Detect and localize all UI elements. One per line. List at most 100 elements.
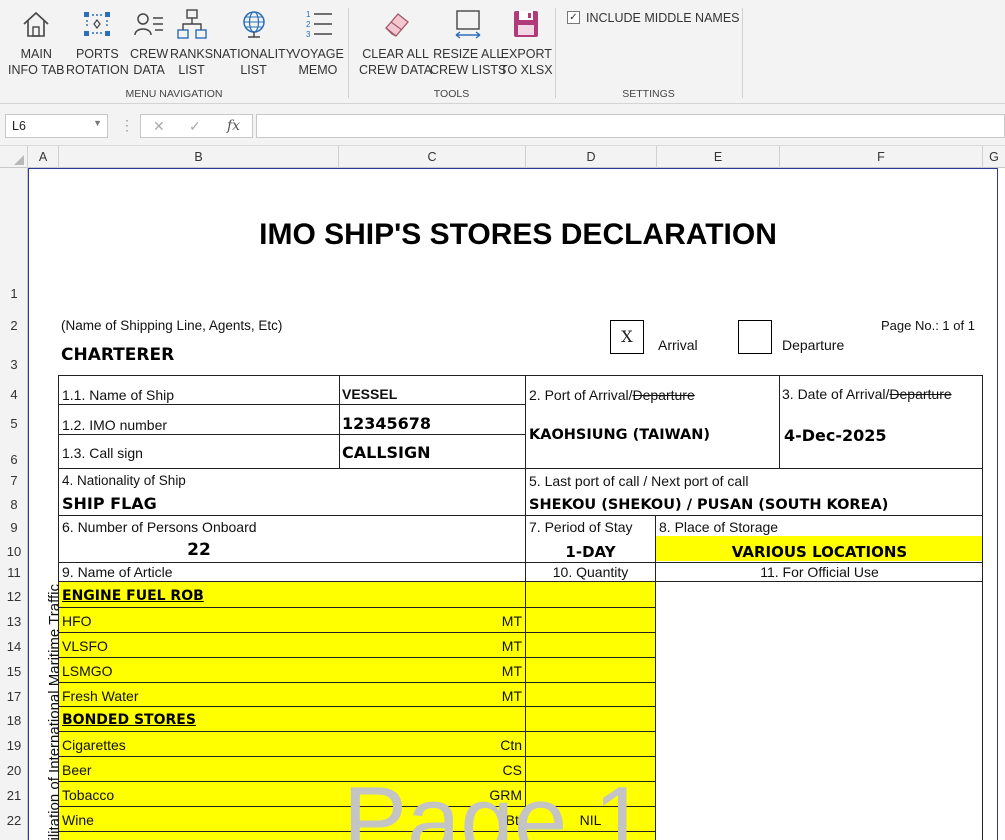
row-header[interactable]: 7 bbox=[0, 473, 28, 488]
column-header[interactable]: F bbox=[780, 146, 983, 168]
save-floppy-icon bbox=[514, 11, 539, 37]
stay-label: 7. Period of Stay bbox=[529, 519, 633, 535]
grid-line bbox=[58, 657, 655, 658]
row-header[interactable]: 19 bbox=[0, 738, 28, 753]
article-name: Fresh Water bbox=[62, 688, 139, 704]
row-header[interactable]: 10 bbox=[0, 544, 28, 559]
row-header[interactable]: 22 bbox=[0, 813, 28, 828]
grid-line bbox=[58, 375, 983, 376]
include-middle-names-label[interactable]: INCLUDE MIDDLE NAMES bbox=[586, 11, 740, 25]
row-header[interactable]: 11 bbox=[0, 565, 28, 580]
more-options-icon[interactable]: ⋮ bbox=[120, 117, 134, 134]
row-header[interactable]: 14 bbox=[0, 639, 28, 654]
column-header[interactable]: G bbox=[983, 146, 1005, 168]
page-number: Page No.: 1 of 1 bbox=[881, 318, 975, 333]
storage-label: 8. Place of Storage bbox=[659, 519, 779, 535]
row-header[interactable]: 3 bbox=[0, 357, 28, 372]
check-icon[interactable]: ✓ bbox=[189, 118, 201, 135]
crew-data-button[interactable]: CREW DATA bbox=[130, 8, 168, 78]
article-name-header: BONDED STORES bbox=[62, 712, 196, 728]
article-name: HFO bbox=[62, 613, 92, 629]
nationality-list-label-1: NATIONALITY bbox=[213, 47, 295, 61]
row-header[interactable]: 8 bbox=[0, 497, 28, 512]
column-header[interactable]: E bbox=[657, 146, 780, 168]
svg-text:2: 2 bbox=[306, 20, 311, 29]
ranks-list-label-1: RANKS bbox=[170, 47, 214, 61]
row-header[interactable]: 12 bbox=[0, 589, 28, 604]
voyage-memo-button[interactable]: 123 VOYAGE MEMO bbox=[292, 8, 344, 78]
clear-all-crew-data-button[interactable]: CLEAR ALL CREW DATA bbox=[359, 8, 432, 78]
grid-line bbox=[58, 468, 983, 469]
ranks-list-button[interactable]: RANKS LIST bbox=[170, 8, 213, 78]
document-title: IMO SHIP'S STORES DECLARATION bbox=[259, 218, 777, 251]
grid-line bbox=[58, 632, 655, 633]
formula-input[interactable] bbox=[256, 114, 1005, 138]
row-header[interactable]: 20 bbox=[0, 763, 28, 778]
grid-line bbox=[58, 434, 526, 435]
numbered-list-icon: 123 bbox=[306, 10, 332, 39]
insert-function-icon[interactable]: fx bbox=[227, 118, 240, 134]
select-all-button[interactable] bbox=[0, 146, 28, 168]
arrival-checkbox[interactable]: X bbox=[610, 320, 644, 354]
export-to-xlsx-button[interactable]: EXPORT TO XLSX bbox=[500, 8, 553, 78]
row-header[interactable]: 21 bbox=[0, 788, 28, 803]
article-unit: MT bbox=[501, 688, 522, 704]
crew-data-label-1: CREW bbox=[130, 47, 169, 61]
person-list-icon bbox=[134, 13, 164, 36]
main-info-tab-button[interactable]: MAIN INFO TAB bbox=[8, 8, 65, 78]
row-header[interactable]: 2 bbox=[0, 318, 28, 333]
date-label-departure: Departure bbox=[889, 386, 952, 402]
row-header[interactable]: 17 bbox=[0, 689, 28, 704]
grid-line bbox=[779, 375, 780, 468]
column-header[interactable]: C bbox=[339, 146, 526, 168]
imo-value: 12345678 bbox=[342, 414, 432, 433]
column-header[interactable]: A bbox=[28, 146, 59, 168]
chevron-down-icon[interactable]: ▼ bbox=[93, 118, 102, 128]
clear-all-label-2: CREW DATA bbox=[359, 63, 433, 77]
row-header[interactable]: 13 bbox=[0, 614, 28, 629]
svg-text:1: 1 bbox=[306, 10, 311, 19]
departure-checkbox[interactable] bbox=[738, 320, 772, 354]
group-label-tools: TOOLS bbox=[433, 88, 470, 100]
date-label: 3. Date of Arrival/Departure bbox=[782, 386, 952, 402]
row-header[interactable]: 5 bbox=[0, 416, 28, 431]
imo-label: 1.2. IMO number bbox=[62, 417, 168, 433]
article-unit: MT bbox=[501, 638, 522, 654]
grid-line bbox=[58, 682, 655, 683]
grid-line bbox=[58, 562, 983, 563]
grid-line bbox=[58, 515, 983, 516]
nationality-list-button[interactable]: NATIONALITY LIST bbox=[213, 8, 294, 78]
arrival-mark: X bbox=[621, 327, 633, 346]
stay-value: 1-DAY bbox=[565, 543, 616, 561]
ribbon-group-separator bbox=[742, 8, 743, 98]
column-header[interactable]: D bbox=[526, 146, 657, 168]
storage-value: VARIOUS LOCATIONS bbox=[731, 543, 908, 561]
include-middle-names-checkbox[interactable]: ✓ bbox=[567, 11, 580, 24]
ports-rotation-label-2: ROTATION bbox=[66, 63, 129, 77]
resize-all-crew-lists-button[interactable]: RESIZE ALL CREW LISTS bbox=[430, 8, 506, 78]
row-header[interactable]: 1 bbox=[0, 286, 28, 301]
eraser-icon bbox=[384, 13, 409, 37]
worksheet[interactable]: IMO SHIP'S STORES DECLARATION (Name of S… bbox=[28, 168, 1005, 840]
persons-label: 6. Number of Persons Onboard bbox=[62, 519, 257, 535]
row-header[interactable]: 4 bbox=[0, 387, 28, 402]
name-box[interactable]: L6 ▼ bbox=[5, 114, 108, 138]
row-header[interactable]: 18 bbox=[0, 713, 28, 728]
ports-rotation-button[interactable]: PORTS ROTATION bbox=[66, 8, 129, 78]
crew-data-label-2: DATA bbox=[133, 63, 165, 77]
ribbon-group-separator bbox=[555, 8, 556, 98]
grid-line bbox=[58, 404, 526, 405]
grid-line bbox=[58, 756, 655, 757]
persons-value: 22 bbox=[187, 540, 211, 560]
row-header[interactable]: 9 bbox=[0, 520, 28, 535]
cancel-icon[interactable]: ✕ bbox=[153, 118, 165, 135]
nationality-label: 4. Nationality of Ship bbox=[62, 473, 186, 488]
column-header[interactable]: B bbox=[59, 146, 339, 168]
row-header[interactable]: 15 bbox=[0, 664, 28, 679]
svg-text:3: 3 bbox=[306, 30, 311, 39]
nationality-value: SHIP FLAG bbox=[62, 494, 157, 513]
home-icon bbox=[23, 11, 49, 37]
official-use-label: 11. For Official Use bbox=[760, 564, 879, 580]
row-header[interactable]: 6 bbox=[0, 452, 28, 467]
article-name: Beer bbox=[62, 762, 92, 778]
